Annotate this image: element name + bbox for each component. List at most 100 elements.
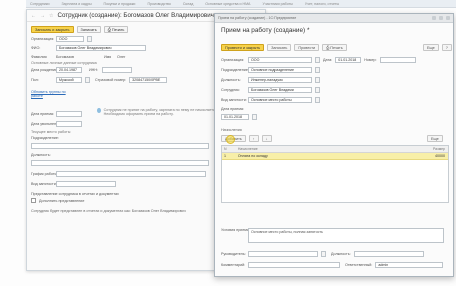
responsible-field[interactable]: admin <box>375 262 444 268</box>
hire-dept-select[interactable] <box>315 67 320 73</box>
section-item[interactable]: Учет, налоги, отчеты <box>305 2 339 6</box>
forward-arrow-icon[interactable]: → <box>40 13 45 19</box>
maximize-icon[interactable] <box>439 16 443 20</box>
fire-row: Дата увольнения: <box>31 121 82 127</box>
gender-field[interactable]: Мужской <box>56 77 82 83</box>
employment-field[interactable] <box>56 181 116 187</box>
org-field[interactable]: ООО <box>56 36 84 42</box>
minimize-icon[interactable] <box>432 16 436 20</box>
snils-label: Страховой номер: <box>95 78 127 82</box>
fire-date-label: Дата увольнения: <box>31 122 62 126</box>
rep-checkbox[interactable] <box>31 198 36 203</box>
schedule-row: График работы: <box>31 171 206 177</box>
hire-dept-field[interactable]: Основное подразделение <box>248 67 312 73</box>
hire-date-label: Дата приема: <box>31 112 54 116</box>
back-arrow-icon[interactable]: ← <box>31 13 36 19</box>
gender-label: Пол: <box>31 78 39 82</box>
section-item[interactable]: Склад <box>183 2 193 6</box>
hire-org-field[interactable]: ООО <box>248 57 312 63</box>
comment-field[interactable] <box>248 262 340 268</box>
employment-row: Вид занятости: <box>31 181 116 187</box>
inn-field[interactable] <box>102 67 132 73</box>
help-button[interactable]: ? <box>441 44 452 51</box>
hire-row: Дата приема: <box>31 111 82 117</box>
col-n-header: N <box>224 147 227 151</box>
responsible-label: Ответственный: <box>345 263 373 267</box>
section-item[interactable]: Основные средства и НМА <box>205 2 250 6</box>
manager-row: Руководитель: Должность: <box>221 251 424 257</box>
hire-employee-field[interactable]: Богомазов Олег Владими <box>248 87 312 93</box>
schedule-field[interactable] <box>56 171 206 177</box>
dept-label-row: Подразделение: <box>31 136 59 140</box>
calendar-icon[interactable] <box>252 114 257 120</box>
hire-number-field[interactable] <box>379 57 416 63</box>
position-field[interactable] <box>31 160 209 166</box>
move-down-icon[interactable]: ↓ <box>261 135 272 142</box>
post-button[interactable]: Провести <box>294 44 320 51</box>
work-label: Текущее место работы <box>31 130 71 134</box>
hire-kind-field[interactable]: Основное место работы <box>248 97 312 103</box>
star-icon[interactable]: ☆ <box>49 13 53 19</box>
hire-hiredate-row: 01.01.2018 <box>221 114 257 120</box>
save-close-button[interactable]: Записать и закрыть <box>31 26 74 33</box>
birth-label: Дата рождения: <box>31 68 59 72</box>
close-icon[interactable] <box>446 16 450 20</box>
conditions-field[interactable]: Основное место работы, полная занятость <box>248 228 444 243</box>
footer-text: Сотрудник будет представлен в отчетах и … <box>31 209 186 213</box>
hire-kind-label: Вид занятости: <box>221 98 247 102</box>
hire-kind-select[interactable] <box>315 97 320 103</box>
hire-org-row: Организация: ООО Дата: 01.01.2018 Номер: <box>221 57 416 63</box>
section-item[interactable]: Покупки и продажи <box>104 2 136 6</box>
fire-date-field[interactable] <box>56 121 82 127</box>
firstname-label: Имя <box>104 55 112 59</box>
post-close-button[interactable]: Провести и закрыть <box>221 44 265 51</box>
hire-print-button[interactable]: ⎙ Печать <box>322 44 347 51</box>
print-label: Печать <box>330 45 343 50</box>
hire-kind-row: Вид занятости: Основное место работы <box>221 97 320 103</box>
manager-field[interactable] <box>248 251 318 257</box>
gender-select[interactable] <box>85 77 90 83</box>
conditions-label: Условия приема: <box>221 228 250 232</box>
hire-document-window: Прием на работу (создание) - 1С:Предприя… <box>214 13 454 277</box>
table-row[interactable]: 1 Оплата по окладу 40000 <box>222 153 448 160</box>
hire-save-button[interactable]: Записать <box>267 44 292 51</box>
hire-doc-date-field[interactable]: 01.01.2018 <box>335 57 362 63</box>
hire-position-select[interactable] <box>315 77 320 83</box>
manager-position-field[interactable] <box>353 251 424 257</box>
hire-date-field[interactable] <box>56 111 82 117</box>
birth-field[interactable]: 20.04.1987 <box>56 67 82 73</box>
conditions-row: Условия приема: Основное место работы, п… <box>221 228 444 243</box>
manager-select[interactable] <box>321 251 326 257</box>
employment-label: Вид занятости: <box>31 182 57 186</box>
section-item[interactable]: Зарплата и кадры <box>61 2 91 6</box>
hire-employee-label: Сотрудник: <box>221 88 240 92</box>
move-up-icon[interactable]: ↑ <box>248 135 259 142</box>
position-field-row <box>31 160 209 166</box>
section-bar: Сотрудники Зарплата и кадры Покупки и пр… <box>26 0 456 8</box>
section-item[interactable]: Участники работы <box>262 2 292 6</box>
save-button[interactable]: Записать <box>76 26 101 33</box>
fio-field[interactable]: Богомазов Олег Владимирович <box>56 45 146 51</box>
hire-hiredate-field[interactable]: 01.01.2018 <box>221 114 249 120</box>
rep-label: Представление сотрудника в отчетах и док… <box>31 192 119 196</box>
hire-position-label: Должность: <box>221 78 241 82</box>
row-accrual: Оплата по окладу <box>237 154 268 158</box>
dept-field[interactable] <box>31 143 209 149</box>
section-item[interactable]: Сотрудники <box>30 2 49 6</box>
manager-position-label: Должность: <box>331 252 351 256</box>
org-select[interactable] <box>87 36 92 42</box>
col-size-header: Размер <box>432 147 445 151</box>
hire-position-field[interactable]: Инженер-наладчик <box>248 77 312 83</box>
update-groups-link[interactable]: Обновить группы по работе <box>31 90 71 98</box>
more-button[interactable]: Еще <box>423 44 439 51</box>
hire-org-select[interactable] <box>315 57 320 63</box>
snils-field[interactable]: 320847150/0РВЕ <box>129 77 168 83</box>
print-button[interactable]: ⎙ Печать <box>103 26 129 33</box>
hire-employee-select[interactable] <box>315 87 320 93</box>
basic-data-heading: Основные личные данные сотрудника <box>31 61 97 65</box>
section-item[interactable]: Производство <box>147 2 170 6</box>
hire-date-label: Дата: <box>323 58 333 62</box>
accruals-more-row: Еще <box>427 135 443 142</box>
accruals-more-button[interactable]: Еще <box>427 135 443 142</box>
info-icon <box>97 108 101 113</box>
